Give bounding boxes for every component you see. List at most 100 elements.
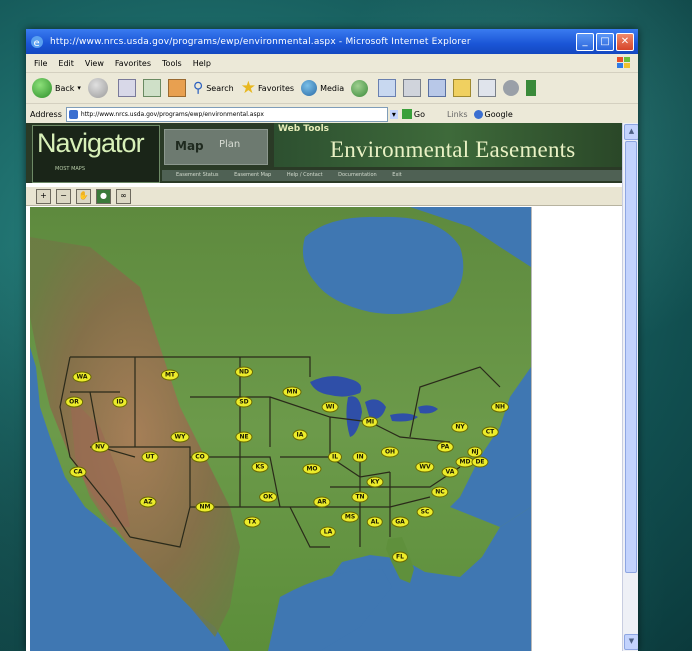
media-button[interactable]: Media [301, 80, 344, 96]
zoom-out-icon[interactable]: − [56, 188, 71, 204]
state-label-ia[interactable]: IA [292, 429, 308, 441]
state-label-ne[interactable]: NE [235, 431, 253, 443]
state-label-wa[interactable]: WA [72, 371, 92, 383]
state-label-mi[interactable]: MI [361, 416, 379, 428]
forward-arrow-icon [87, 78, 108, 98]
scroll-up-arrow[interactable]: ▲ [624, 124, 638, 140]
state-label-nd[interactable]: ND [234, 366, 254, 378]
pan-icon[interactable]: ✋ [76, 188, 91, 204]
site-banner: Navigator MOST MAPS Map Plan Web Tools E… [26, 123, 623, 183]
state-label-mo[interactable]: MO [302, 463, 322, 475]
menu-file[interactable]: File [34, 59, 47, 68]
site-title-big: Environmental Easements [330, 137, 576, 162]
favorites-label: Favorites [257, 83, 295, 93]
state-label-az[interactable]: AZ [139, 496, 157, 508]
star-icon: ★ [240, 78, 256, 98]
state-label-sc[interactable]: SC [416, 506, 434, 518]
state-label-oh[interactable]: OH [380, 446, 400, 458]
site-nav-item[interactable]: Documentation [338, 172, 377, 178]
site-nav-item[interactable]: Exit [392, 172, 401, 178]
tool-button[interactable] [526, 80, 537, 96]
state-label-mn[interactable]: MN [282, 386, 302, 398]
forward-button[interactable] [87, 78, 111, 98]
discuss-button[interactable] [453, 79, 472, 97]
page-content: Navigator MOST MAPS Map Plan Web Tools E… [26, 123, 633, 651]
state-label-ks[interactable]: KS [251, 461, 269, 473]
map-tab-secondary-label[interactable]: Plan [219, 139, 240, 150]
address-label: Address [30, 109, 62, 119]
address-input[interactable]: http://www.nrcs.usda.gov/programs/ewp/en… [65, 106, 388, 122]
mail-button[interactable] [378, 79, 397, 97]
menu-edit[interactable]: Edit [58, 59, 74, 68]
maximize-button[interactable]: □ [596, 32, 614, 51]
links-label[interactable]: Links [447, 110, 468, 119]
map-toolbar: + − ✋ ● ∞ [26, 187, 633, 206]
state-label-tx[interactable]: TX [243, 516, 261, 528]
google-icon [473, 109, 483, 119]
folder-icon [453, 79, 472, 97]
print-button[interactable] [403, 79, 422, 97]
menu-favorites[interactable]: Favorites [115, 59, 151, 68]
site-nav-item[interactable]: Help / Contact [287, 172, 323, 178]
google-toolbar[interactable]: Google [473, 109, 513, 119]
state-label-wy[interactable]: WY [170, 431, 190, 443]
state-label-de[interactable]: DE [471, 456, 489, 468]
state-label-va[interactable]: VA [441, 466, 459, 478]
binoculars-icon[interactable]: ∞ [116, 188, 131, 204]
state-label-tn[interactable]: TN [351, 491, 369, 503]
close-button[interactable]: ✕ [616, 32, 634, 51]
print-icon [403, 79, 422, 97]
scroll-thumb[interactable] [625, 141, 637, 573]
svg-text:e: e [34, 38, 40, 49]
go-label: Go [413, 109, 425, 119]
state-label-ga[interactable]: GA [391, 516, 409, 528]
title-bar[interactable]: e http://www.nrcs.usda.gov/programs/ewp/… [26, 29, 638, 54]
state-label-ut[interactable]: UT [141, 451, 159, 463]
minimize-button[interactable]: _ [576, 32, 594, 51]
vertical-scrollbar[interactable]: ▲ ▼ [622, 123, 638, 651]
favorites-button[interactable]: ★ Favorites [241, 78, 294, 98]
state-label-nh[interactable]: NH [490, 401, 510, 413]
state-label-ky[interactable]: KY [366, 476, 384, 488]
map-tab[interactable]: Map Plan [164, 129, 268, 165]
state-label-wi[interactable]: WI [321, 401, 339, 413]
state-label-ca[interactable]: CA [69, 466, 87, 478]
menu-view[interactable]: View [85, 59, 104, 68]
refresh-button[interactable] [142, 79, 161, 97]
state-label-nv[interactable]: NV [91, 441, 109, 453]
search-button[interactable]: ⚲ Search [193, 80, 234, 96]
state-label-fl[interactable]: FL [392, 551, 408, 563]
state-label-pa[interactable]: PA [436, 441, 454, 453]
back-button[interactable]: Back ▾ [32, 78, 81, 98]
menu-help[interactable]: Help [193, 59, 211, 68]
state-label-ct[interactable]: CT [481, 426, 499, 438]
site-nav-item[interactable]: Easement Status [176, 172, 219, 178]
state-label-nm[interactable]: NM [195, 501, 215, 513]
home-button[interactable] [167, 79, 186, 97]
edit-button[interactable] [428, 79, 447, 97]
site-nav-item[interactable]: Easement Map [234, 172, 271, 178]
scroll-down-arrow[interactable]: ▼ [624, 634, 638, 650]
stop-icon [117, 79, 136, 97]
state-label-or[interactable]: OR [65, 396, 83, 408]
dropdown-arrow-icon[interactable]: ▾ [389, 109, 398, 119]
state-label-co[interactable]: CO [191, 451, 209, 463]
messenger-button[interactable] [503, 80, 520, 96]
menu-tools[interactable]: Tools [162, 59, 182, 68]
research-button[interactable] [478, 79, 497, 97]
menu-bar: File Edit View Favorites Tools Help [26, 54, 638, 73]
windows-logo-icon [617, 57, 630, 68]
site-nav: Easement Status Easement Map Help / Cont… [162, 170, 623, 181]
navigator-logo[interactable]: Navigator MOST MAPS [32, 125, 160, 183]
state-label-mt[interactable]: MT [160, 369, 180, 381]
zoom-in-icon[interactable]: + [36, 188, 51, 204]
history-button[interactable] [351, 79, 371, 97]
go-button[interactable]: Go [401, 109, 425, 119]
address-url: http://www.nrcs.usda.gov/programs/ewp/en… [80, 110, 264, 118]
state-label-ok[interactable]: OK [259, 491, 277, 503]
mail-icon [378, 79, 397, 97]
google-label: Google [484, 109, 513, 119]
state-label-il[interactable]: IL [327, 451, 343, 463]
stop-button[interactable] [117, 79, 136, 97]
globe-icon[interactable]: ● [96, 188, 111, 204]
